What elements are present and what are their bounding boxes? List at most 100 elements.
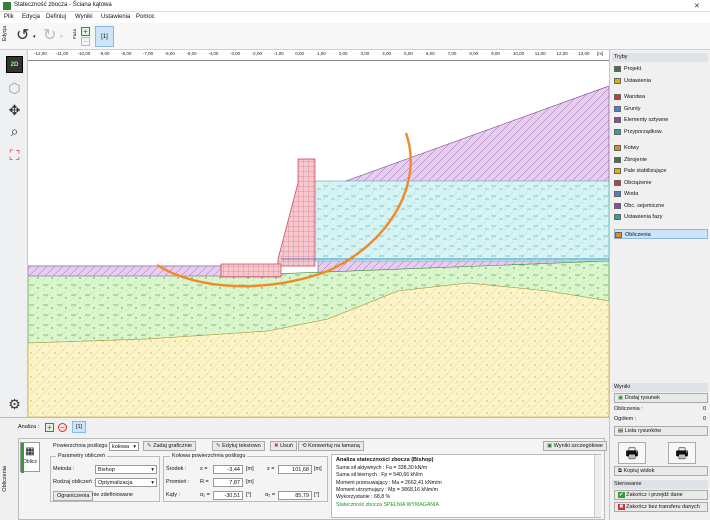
radius-input[interactable]: 7,87 xyxy=(213,478,243,487)
mode-2d-button[interactable]: 2D xyxy=(6,56,23,73)
calculate-button[interactable]: ▦ Oblicz xyxy=(20,442,40,473)
undo-dropdown-icon[interactable]: ▾ xyxy=(33,34,36,40)
window-title: Stateczność zbocza - Ściana kątowa xyxy=(14,2,112,8)
mode-item-zbrojenie[interactable]: Zbrojenie xyxy=(614,155,708,165)
print-icon[interactable]: 🖶 xyxy=(618,442,646,464)
mode-icon xyxy=(614,145,621,151)
mode-item-woda[interactable]: Woda xyxy=(614,189,708,199)
center-x-input[interactable]: -3,44 xyxy=(213,465,243,474)
result-line: Suma sił aktywnych : Fa = 338,30 kN/m xyxy=(336,465,428,471)
mode-item-obc-sejsmiczne[interactable]: Obc. sejsmiczne xyxy=(614,201,708,211)
mode-item-kotwy[interactable]: Kotwy xyxy=(614,143,708,153)
ruler-tick-label: 13,00 xyxy=(578,51,590,56)
model-drawing xyxy=(28,61,609,417)
menu-edycja[interactable]: Edycja xyxy=(22,14,40,20)
ruler-tick-label: -9,00 xyxy=(99,51,110,56)
drawing-canvas[interactable] xyxy=(28,61,609,417)
check-icon: ✔ xyxy=(618,492,625,498)
redo-icon[interactable]: ↻ xyxy=(43,28,56,44)
alpha1-input[interactable]: -30,51 xyxy=(213,491,243,500)
ruler-tick-label: 0,00 xyxy=(295,51,304,56)
mode-item-label: Pale stabilizujące xyxy=(624,168,667,174)
slip-surface-select[interactable]: kołowa ▾ xyxy=(109,442,139,451)
ruler-tick-label: 12,00 xyxy=(556,51,568,56)
mode-item-obliczenia[interactable]: Obliczenia xyxy=(614,228,708,239)
mode-item-ustawienia[interactable]: Ustawienia xyxy=(614,76,708,86)
alpha1-label: α₁ = xyxy=(200,492,210,498)
calc-type-select[interactable]: Optymalizacja ▾ xyxy=(95,478,157,487)
stage-tab-1[interactable]: [1] xyxy=(95,26,114,47)
center-z-input[interactable]: 101,68 xyxy=(278,465,312,474)
add-stage-icon[interactable]: + xyxy=(81,27,90,36)
settings-gear-icon[interactable]: ⚙ xyxy=(6,396,23,413)
remove-analysis-icon[interactable]: − xyxy=(58,423,67,432)
redo-dropdown-icon[interactable]: ▾ xyxy=(60,34,63,40)
result-line: Moment utrzymujący : Mp = 3868,16 kNm/m xyxy=(336,487,438,493)
calc-type-label: Rodzaj obliczeń : xyxy=(53,479,95,485)
r-label: R = xyxy=(200,479,209,485)
results-scrollbar[interactable] xyxy=(594,455,601,517)
move-icon[interactable]: ✥ xyxy=(6,102,23,119)
mode-item-obciążenie[interactable]: Obciążenie xyxy=(614,178,708,188)
picture-icon: ▣ xyxy=(618,395,625,401)
title-bar: Stateczność zbocza - Ściana kątowa ✕ xyxy=(0,0,710,12)
calculation-side-tab[interactable]: Obliczenia xyxy=(2,466,8,492)
total-count-label: Ogółem : xyxy=(614,416,637,422)
menu-definiuj[interactable]: Definiuj xyxy=(46,14,66,20)
list-pictures-button[interactable]: ▤ Lista rysunków xyxy=(614,426,708,436)
method-select[interactable]: Bishop ▾ xyxy=(95,465,157,474)
alpha2-input[interactable]: 85,79 xyxy=(278,491,312,500)
mode-item-elementy-sztywne[interactable]: Elementy sztywne xyxy=(614,115,708,125)
chevron-down-icon: ▾ xyxy=(151,480,154,486)
mode-icon xyxy=(614,66,621,72)
menu-ustawienia[interactable]: Ustawienia xyxy=(101,14,130,20)
remove-stage-icon[interactable]: − xyxy=(81,37,90,46)
finish-no-transfer-button[interactable]: ✖ Zakończ bez transferu danych xyxy=(614,502,708,512)
edit-text-button[interactable]: ✎ Edytuj tekstowo xyxy=(212,441,265,451)
delete-button[interactable]: ✖ Usuń xyxy=(270,441,297,451)
calc-count-value: 0 xyxy=(703,406,707,412)
ruler-tick-label: 11,00 xyxy=(534,51,546,56)
menu-plik[interactable]: Plik xyxy=(4,14,14,20)
mode-item-grunty[interactable]: Grunty xyxy=(614,104,708,114)
ruler-tick-label: -11,00 xyxy=(55,51,69,56)
convert-polygon-button[interactable]: ⟲ Konwertuj na łamaną xyxy=(298,441,364,451)
stability-verdict: Stateczność zbocza SPEŁNIA WYMAGANIA xyxy=(336,502,439,508)
mode-item-pale-stabilizujące[interactable]: Pale stabilizujące xyxy=(614,166,708,176)
fit-view-icon[interactable]: ⛶ xyxy=(6,147,23,164)
undo-icon[interactable]: ↺ xyxy=(16,28,29,44)
add-analysis-icon[interactable]: + xyxy=(45,423,54,432)
finish-button[interactable]: ✔ Zakończ i przejdź dane xyxy=(614,490,708,500)
add-picture-button[interactable]: ▣ Dodaj rysunek xyxy=(614,393,708,403)
close-icon[interactable]: ✕ xyxy=(694,2,700,10)
mode-item-ustawienia-fazy[interactable]: Ustawienia fazy xyxy=(614,212,708,222)
zoom-icon[interactable]: ⌕ xyxy=(6,123,23,140)
ruler-tick-label: 8,00 xyxy=(469,51,479,56)
mode-item-label: Obciążenie xyxy=(624,179,652,186)
control-header: Sterowanie xyxy=(612,480,708,489)
detailed-results-button[interactable]: ▣ Wyniki szczegółowe xyxy=(543,441,607,451)
draw-graphically-button[interactable]: ✎ Zadaj graficznie xyxy=(143,441,196,451)
modes-header: Tryby xyxy=(612,53,708,62)
mode-item-projekt[interactable]: Projekt xyxy=(614,64,708,74)
result-line: Suma sił biernych : Fp = 540,66 kN/m xyxy=(336,472,423,478)
mode-item-przyporządkow-[interactable]: Przyporządkow. xyxy=(614,127,708,137)
ruler-tick-label: -5,00 xyxy=(186,51,197,56)
menu-pomoc[interactable]: Pomoc xyxy=(136,14,155,20)
edit-side-label: Edycja xyxy=(2,26,8,42)
left-toolbar: 2D ⬡ ✥ ⌕ ⛶ ⚙ xyxy=(0,50,28,417)
print-setup-icon[interactable]: 🖶 xyxy=(668,442,696,464)
analysis-tab-1[interactable]: [1] xyxy=(72,421,86,433)
restrictions-value: nie zdefiniowane xyxy=(92,492,133,498)
menu-wyniki[interactable]: Wyniki xyxy=(75,14,93,20)
x-label: x = xyxy=(200,466,208,472)
ruler-tick-label: -4,00 xyxy=(208,51,219,56)
3d-view-icon[interactable]: ⬡ xyxy=(6,80,23,97)
ruler-tick-label: 2,00 xyxy=(338,51,348,56)
finish-label: Zakończ i przejdź dane xyxy=(626,492,683,498)
mode-item-warstwa[interactable]: Warstwa xyxy=(614,92,708,102)
copy-view-button[interactable]: ⧉ Kopiuj widok xyxy=(614,466,708,476)
chevron-down-icon: ▾ xyxy=(133,444,136,450)
restrictions-button[interactable]: Ograniczenia xyxy=(53,491,94,501)
ruler-tick-label: 9,00 xyxy=(491,51,500,56)
